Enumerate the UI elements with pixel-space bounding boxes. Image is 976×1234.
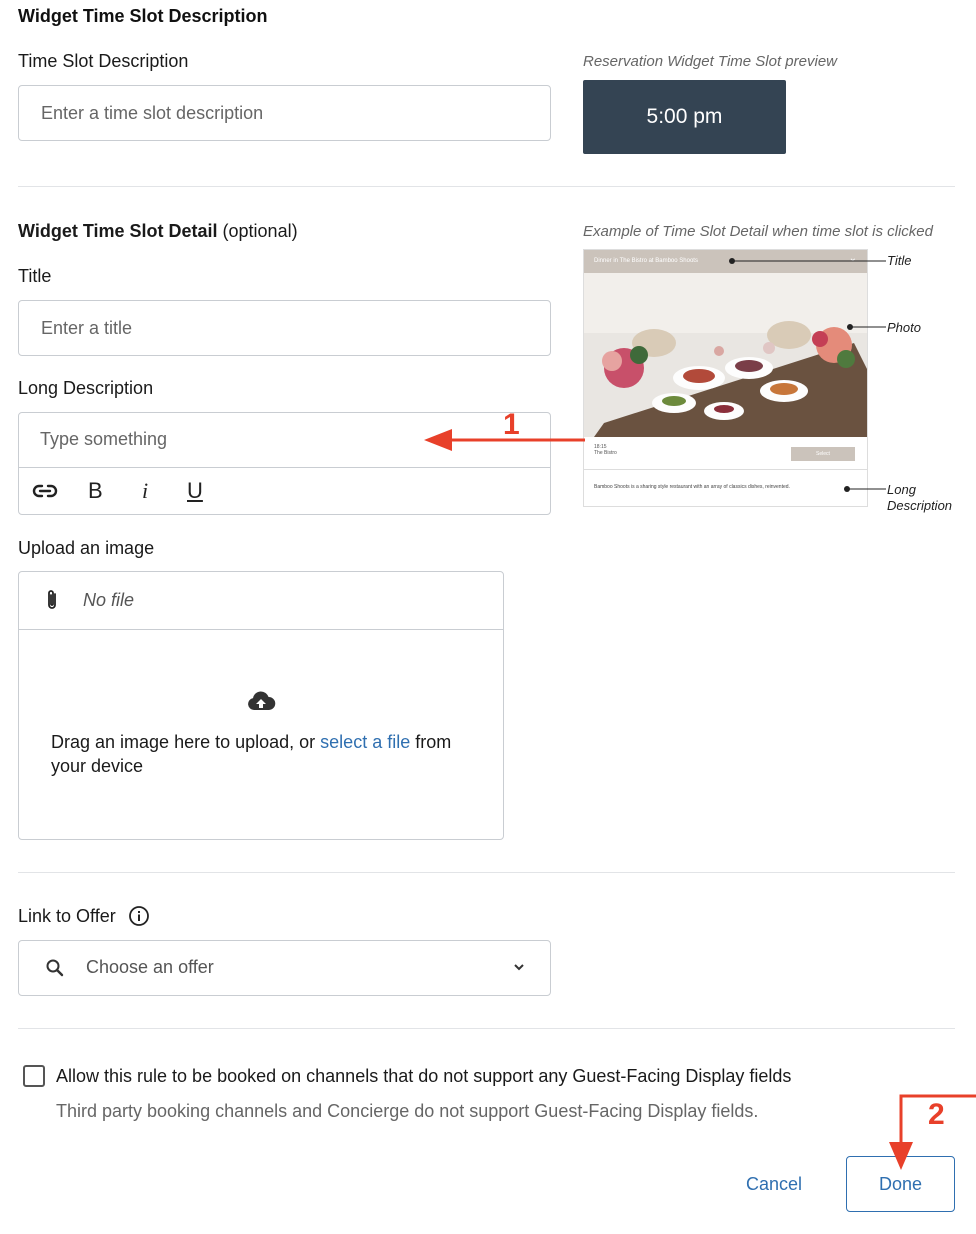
underline-button[interactable]: U [187, 478, 203, 504]
time-slot-preview-button: 5:00 pm [583, 80, 786, 154]
cancel-button[interactable]: Cancel [730, 1156, 818, 1212]
select-file-link[interactable]: select a file [320, 732, 410, 752]
offer-select-placeholder: Choose an offer [86, 957, 214, 977]
time-slot-description-input[interactable] [18, 85, 551, 141]
guest-facing-checkbox[interactable] [23, 1065, 45, 1087]
divider [18, 186, 955, 187]
example-tag-photo: Photo [887, 320, 921, 335]
divider [18, 872, 955, 873]
example-tag-long: Long [887, 482, 916, 497]
example-tag-description: Description [887, 498, 953, 513]
link-to-offer-label: Link to Offer [18, 906, 116, 926]
cloud-upload-icon [246, 690, 276, 717]
long-description-label: Long Description [18, 378, 154, 398]
annotation-label-2: 2 [928, 1098, 945, 1131]
section-heading-time-slot-description: Widget Time Slot Description [18, 6, 268, 26]
italic-button[interactable]: i [142, 478, 148, 504]
upload-image-label: Upload an image [18, 538, 155, 558]
annotation-label-1: 1 [503, 408, 520, 441]
paperclip-icon [44, 588, 60, 617]
upload-divider [19, 629, 503, 630]
link-icon[interactable] [32, 480, 58, 508]
long-description-input[interactable] [19, 413, 439, 466]
guest-facing-help-text: Third party booking channels and Concier… [56, 1101, 759, 1121]
example-venue: The Bistro [594, 450, 617, 456]
example-callouts [729, 258, 886, 492]
bold-button[interactable]: B [88, 478, 103, 504]
example-caption: Example of Time Slot Detail when time sl… [583, 223, 933, 240]
info-icon[interactable] [128, 905, 150, 932]
upload-instructions: Drag an image here to upload, or select … [51, 730, 471, 778]
title-label: Title [18, 266, 52, 286]
chevron-down-icon [512, 960, 526, 979]
search-icon [45, 958, 65, 983]
section-heading-bold: Widget Time Slot Detail [18, 221, 218, 241]
example-time: 18:15 The Bistro [594, 444, 617, 456]
example-tag-title: Title [887, 253, 912, 268]
section-heading-optional: (optional) [217, 221, 298, 241]
divider [18, 1028, 955, 1029]
offer-select[interactable]: Choose an offer [18, 940, 551, 996]
section-heading-time-slot-detail: Widget Time Slot Detail (optional) [18, 221, 298, 242]
upload-drag-text: Drag an image here to upload, or [51, 732, 321, 752]
file-status: No file [83, 590, 135, 610]
time-slot-description-label: Time Slot Description [18, 51, 189, 71]
editor-divider [19, 467, 550, 468]
title-input[interactable] [18, 300, 551, 356]
guest-facing-checkbox-label: Allow this rule to be booked on channels… [56, 1066, 792, 1086]
preview-caption: Reservation Widget Time Slot preview [583, 53, 837, 70]
